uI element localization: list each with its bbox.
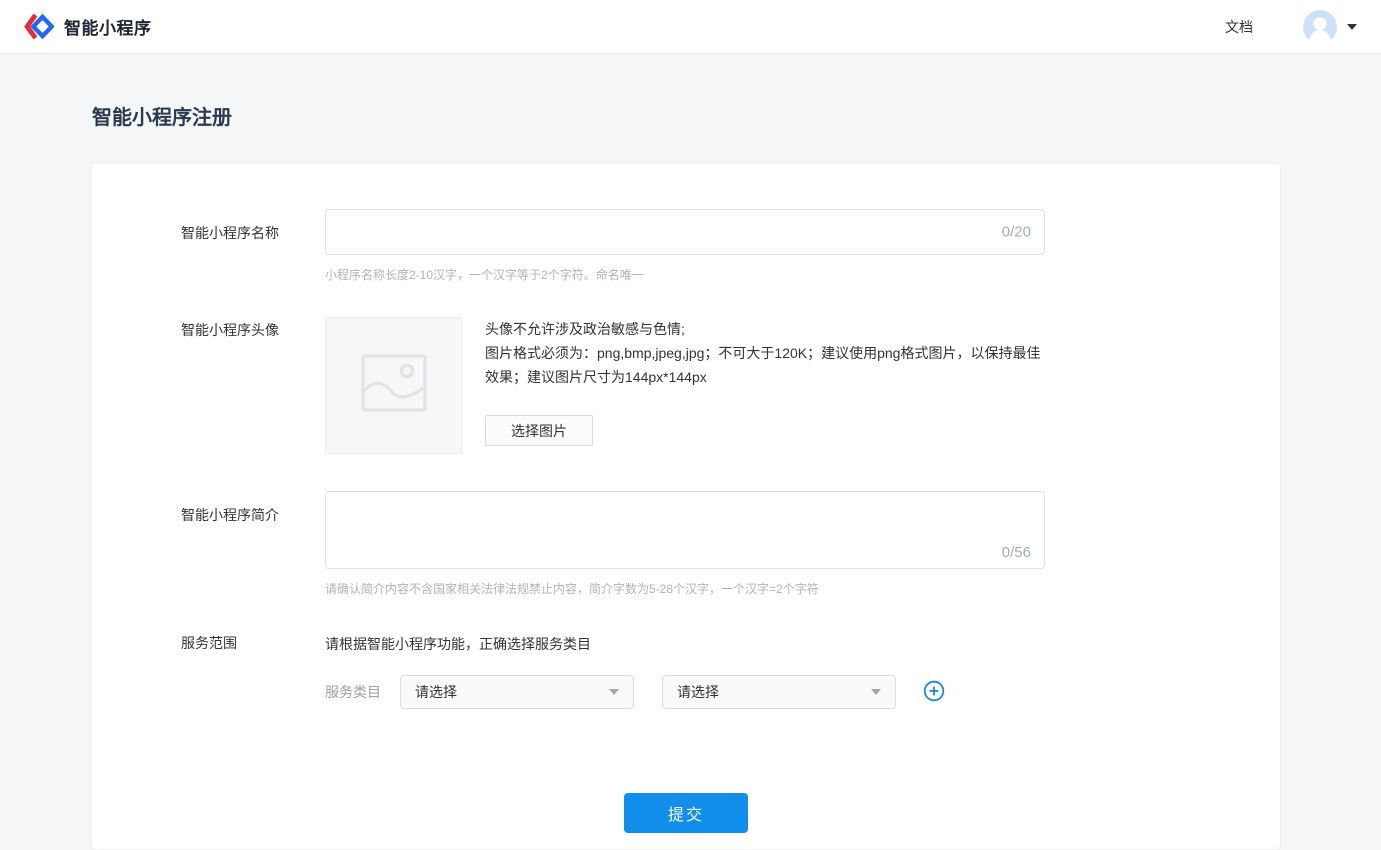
name-input[interactable] bbox=[325, 209, 1045, 255]
category-select-2[interactable]: 请选择 bbox=[662, 675, 896, 709]
brand-name: 智能小程序 bbox=[64, 14, 152, 39]
avatar-desc-line1: 头像不允许涉及政治敏感与色情; bbox=[485, 317, 1045, 341]
submit-wrap: 提交 bbox=[92, 793, 1191, 833]
category-label: 服务类目 bbox=[325, 682, 381, 702]
header-right: 文档 bbox=[1225, 10, 1357, 44]
top-header: 智能小程序 文档 bbox=[0, 0, 1381, 54]
intro-label: 智能小程序简介 bbox=[181, 491, 325, 598]
caret-down-icon[interactable] bbox=[1347, 24, 1357, 30]
brand[interactable]: 智能小程序 bbox=[24, 13, 152, 40]
registration-form-card: 智能小程序名称 0/20 小程序名称长度2-10汉字，一个汉字等于2个字符。命名… bbox=[92, 164, 1280, 849]
name-input-wrap: 0/20 bbox=[325, 209, 1045, 255]
name-row: 智能小程序名称 0/20 小程序名称长度2-10汉字，一个汉字等于2个字符。命名… bbox=[181, 209, 1280, 284]
intro-hint: 请确认简介内容不含国家相关法律法规禁止内容，简介字数为5-28个汉字，一个汉字=… bbox=[325, 581, 1280, 598]
avatar[interactable] bbox=[1303, 10, 1337, 44]
avatar-upload-box[interactable] bbox=[325, 317, 462, 454]
name-hint: 小程序名称长度2-10汉字，一个汉字等于2个字符。命名唯一 bbox=[325, 267, 1280, 284]
scope-row: 服务范围 请根据智能小程序功能，正确选择服务类目 服务类目 请选择 请选择 bbox=[181, 630, 1280, 709]
avatar-desc-line2: 图片格式必须为：png,bmp,jpeg,jpg；不可大于120K；建议使用pn… bbox=[485, 341, 1045, 389]
intro-textarea-wrap: 0/56 bbox=[325, 491, 1045, 569]
doc-link[interactable]: 文档 bbox=[1225, 17, 1253, 37]
category-select-1-value: 请选择 bbox=[415, 682, 609, 702]
add-category-button[interactable] bbox=[922, 680, 946, 704]
name-char-counter: 0/20 bbox=[1002, 224, 1031, 241]
intro-char-counter: 0/56 bbox=[1002, 544, 1031, 561]
image-placeholder-icon bbox=[359, 352, 429, 419]
chevron-down-icon bbox=[871, 689, 881, 695]
smart-program-logo-icon bbox=[24, 13, 54, 40]
name-label: 智能小程序名称 bbox=[181, 209, 325, 284]
category-select-1[interactable]: 请选择 bbox=[400, 675, 634, 709]
submit-button[interactable]: 提交 bbox=[624, 793, 748, 833]
scope-label: 服务范围 bbox=[181, 630, 325, 709]
plus-circle-icon bbox=[923, 680, 945, 705]
category-select-2-value: 请选择 bbox=[677, 682, 871, 702]
chevron-down-icon bbox=[609, 689, 619, 695]
choose-image-button[interactable]: 选择图片 bbox=[485, 415, 593, 446]
intro-row: 智能小程序简介 0/56 请确认简介内容不含国家相关法律法规禁止内容，简介字数为… bbox=[181, 491, 1280, 598]
scope-instruction: 请根据智能小程序功能，正确选择服务类目 bbox=[325, 630, 1280, 654]
avatar-row: 智能小程序头像 头像不允许涉及政治敏感与色情; 图片格式必须为：png,bmp,… bbox=[181, 317, 1280, 454]
category-line: 服务类目 请选择 请选择 bbox=[325, 675, 1280, 709]
page-title: 智能小程序注册 bbox=[92, 104, 1381, 132]
intro-textarea[interactable] bbox=[325, 491, 1045, 569]
avatar-label: 智能小程序头像 bbox=[181, 317, 325, 454]
